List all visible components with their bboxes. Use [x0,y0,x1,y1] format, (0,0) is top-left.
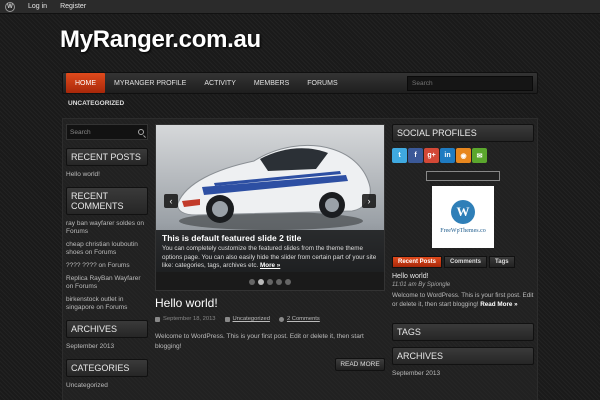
slider-next-button[interactable]: › [362,194,376,208]
comment-icon [278,316,284,322]
post-title[interactable]: Hello world! [155,296,218,310]
post-comments-link[interactable]: 2 Comments [287,316,320,322]
categories-list: Uncategorized [66,382,148,390]
freewpthemes-banner[interactable]: W FreeWpThemes.co [432,186,494,248]
nav-item-activity[interactable]: ACTIVITY [195,73,245,93]
login-link[interactable]: Log in [28,3,47,10]
archives-title: ARCHIVES [66,320,148,338]
recent-posts-list: Hello world! [66,171,148,179]
slider-dot[interactable] [249,278,255,285]
banner-text: FreeWpThemes.co [440,228,486,234]
list-item[interactable]: September 2013 [66,343,148,351]
list-item[interactable]: ???? ???? on Forums [66,262,148,270]
folder-icon [224,316,230,322]
recent-comments-list: ray ban wayfarer soldes on Forums cheap … [66,220,148,312]
right-archives-list: September 2013 [392,370,534,378]
subnav-uncategorized[interactable]: UNCATEGORIZED [68,100,124,107]
slider-dot[interactable] [267,278,273,285]
admin-bar: W Log in Register [0,0,600,14]
rss-icon[interactable]: ◉ [456,148,471,163]
right-archives-title: ARCHIVES [392,347,534,365]
nav-item-myranger-profile[interactable]: MYRANGER PROFILE [105,73,195,93]
social-profiles-title: SOCIAL PROFILES [392,124,534,142]
googleplus-icon[interactable]: g+ [424,148,439,163]
register-link[interactable]: Register [60,3,86,10]
slide-more-link[interactable]: More » [260,262,280,269]
list-item[interactable]: Uncategorized [66,382,148,390]
facebook-icon[interactable]: f [408,148,423,163]
search-icon[interactable] [138,129,144,135]
sports-car-image [177,144,371,230]
recent-comments-title: RECENT COMMENTS [66,187,148,215]
slider-dot-active[interactable] [258,278,264,285]
tab-recent-posts[interactable]: Recent Posts [392,256,443,268]
slider-caption: This is default featured slide 2 title Y… [156,230,384,272]
slider-prev-button[interactable]: ‹ [164,194,178,208]
sidebar-search-input[interactable]: Search [66,124,148,140]
list-item[interactable]: birkenstock outlet in singapore on Forum… [66,296,148,312]
post-excerpt: Welcome to WordPress. This is your first… [155,333,364,350]
email-icon[interactable]: ✉ [472,148,487,163]
nav-item-forums[interactable]: FORUMS [298,73,346,93]
slider-dot[interactable] [285,278,291,285]
sidebar-search-placeholder: Search [70,128,91,136]
tab-post-meta: 11:01 am By Spiongle [392,282,451,288]
post-meta: September 18, 2013 Uncategorized 2 Comme… [155,316,385,322]
archives-list: September 2013 [66,343,148,351]
nav-search-input[interactable] [407,76,533,91]
recent-posts-title: RECENT POSTS [66,148,148,166]
sidebar-tabs: Recent Posts Comments Tags [392,256,534,268]
nav-item-home[interactable]: HOME [66,73,105,93]
tab-comments[interactable]: Comments [444,256,488,268]
wordpress-logo-icon[interactable]: W [5,1,15,12]
clock-icon [155,316,160,322]
list-item[interactable]: Hello world! [66,171,148,179]
list-item[interactable]: Replica RayBan Wayfarer on Forums [66,275,148,291]
slide-text: You can completely customize the feature… [162,245,378,271]
list-item[interactable]: ray ban wayfarer soldes on Forums [66,220,148,236]
slide-title[interactable]: This is default featured slide 2 title [162,233,378,243]
site-title[interactable]: MyRanger.com.au [60,26,261,54]
post-date: September 18, 2013 [163,316,216,322]
main-nav: HOME MYRANGER PROFILE ACTIVITY MEMBERS F… [62,72,538,94]
tab-post-text: Welcome to WordPress. This is your first… [392,291,534,309]
tab-read-more-link[interactable]: Read More » [480,301,517,308]
read-more-button[interactable]: READ MORE [335,358,385,371]
post-category-link[interactable]: Uncategorized [233,316,270,322]
right-sidebar: SOCIAL PROFILES t f g+ in ◉ ✉ W FreeWpThemes.… [392,124,534,383]
tags-title: TAGS [392,323,534,341]
empty-widget-box [426,171,500,181]
tab-post-title[interactable]: Hello world! [392,273,534,280]
post: Hello world! September 18, 2013 Uncatego… [155,296,385,371]
slider-pagination [156,272,384,290]
list-item[interactable]: September 2013 [392,370,534,378]
wordpress-badge-icon: W [451,200,475,224]
left-sidebar: Search RECENT POSTS Hello world! RECENT … [66,124,148,395]
nav-item-members[interactable]: MEMBERS [245,73,298,93]
categories-title: CATEGORIES [66,359,148,377]
social-icons: t f g+ in ◉ ✉ [392,148,534,163]
list-item[interactable]: cheap christian louboutin shoes on Forum… [66,241,148,257]
twitter-icon[interactable]: t [392,148,407,163]
tab-tags[interactable]: Tags [489,256,515,268]
slider-dot[interactable] [276,278,282,285]
linkedin-icon[interactable]: in [440,148,455,163]
featured-slider: ‹ › This is default featured slide 2 tit… [155,124,385,291]
